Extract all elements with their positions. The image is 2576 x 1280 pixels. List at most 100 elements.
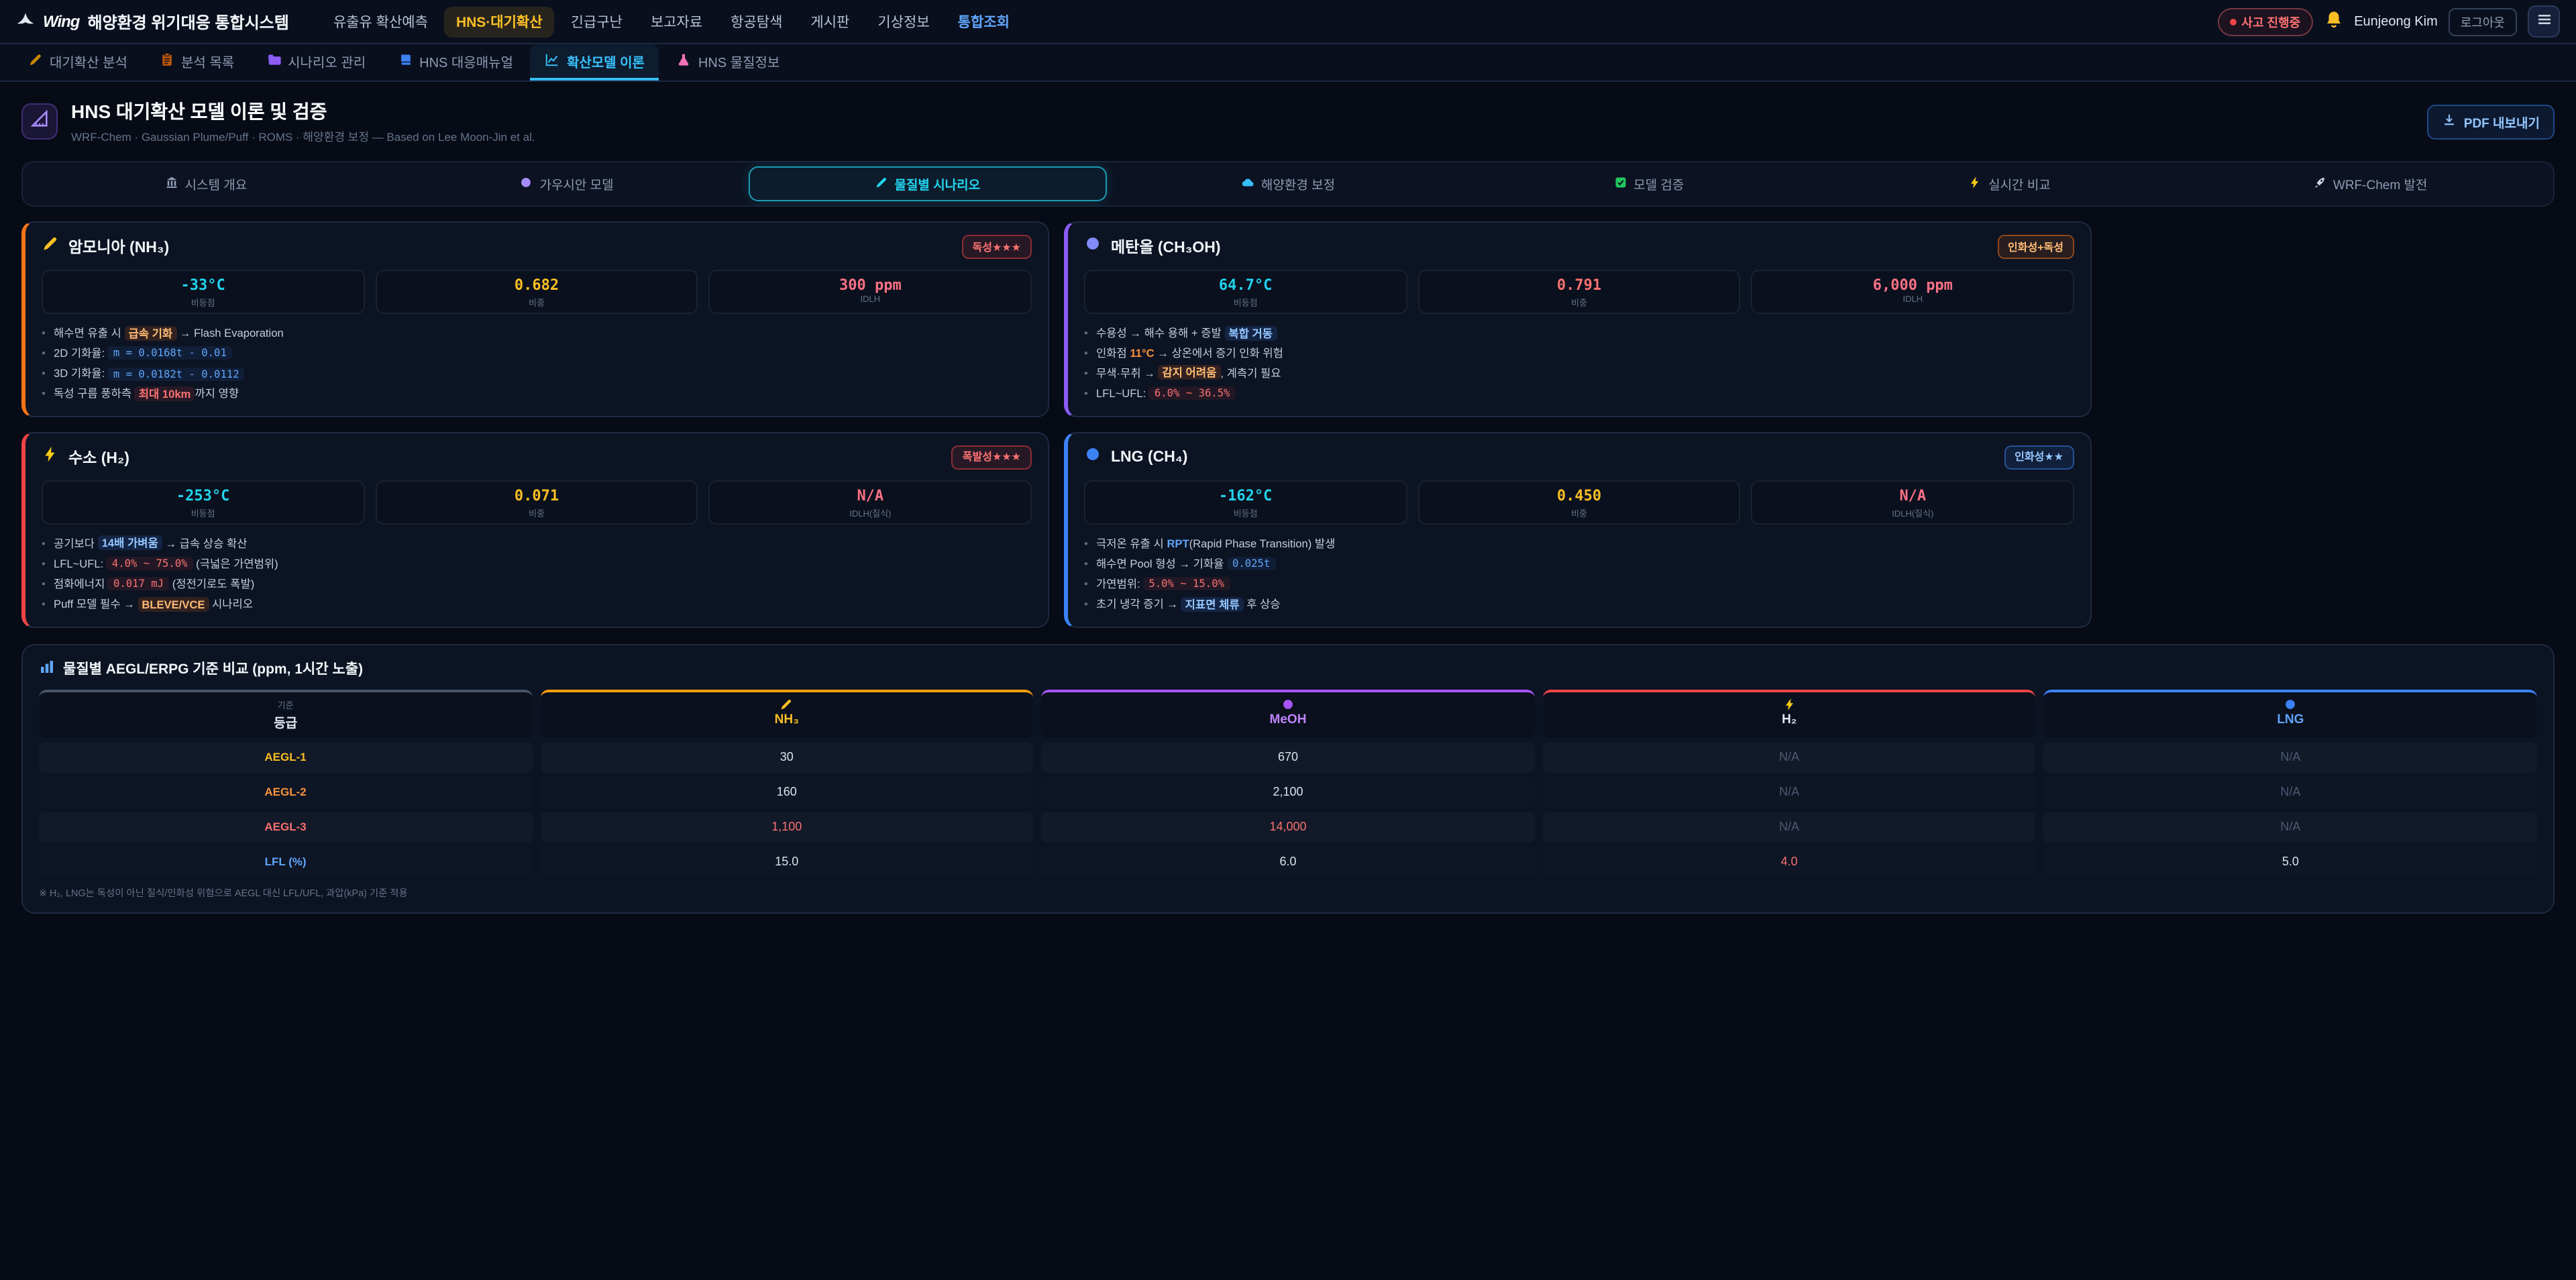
- bolt-icon: [42, 445, 59, 470]
- subnav-tab-analysis[interactable]: 대기확산 분석: [13, 44, 142, 81]
- circle-icon: [1084, 445, 1102, 463]
- column-name: NH₃: [540, 712, 1033, 727]
- section-tab-realtime[interactable]: 실시간 비교: [1831, 166, 2189, 201]
- circle-icon: [1281, 697, 1295, 710]
- substance-title: 암모니아 (NH₃): [68, 236, 953, 258]
- wing-icon: [16, 9, 35, 28]
- stat-value: 64.7°C: [1085, 276, 1405, 294]
- stat-label: 비등점: [1085, 295, 1405, 309]
- notifications-button[interactable]: [2323, 9, 2343, 34]
- main-nav-item-hns-dispersion[interactable]: HNS·대기확산: [444, 6, 555, 37]
- circle-icon: [1041, 697, 1534, 710]
- book-icon: [398, 52, 413, 66]
- stat-label: IDLH: [1753, 295, 2073, 305]
- table-cell: 2,100: [1041, 776, 1534, 807]
- criteria-top-label: 기준: [39, 697, 532, 710]
- substance-cards-grid: 암모니아 (NH₃)독성★★★-33°C비등점0.682비중300 ppmIDL…: [21, 221, 2555, 627]
- row-label: LFL (%): [39, 846, 532, 877]
- main-nav-item-aerial-search[interactable]: 항공탐색: [718, 6, 794, 37]
- list-icon: [160, 52, 174, 66]
- bell-icon: [2323, 9, 2343, 34]
- main-nav-item-rescue[interactable]: 긴급구난: [559, 6, 635, 37]
- bullet-item: 해수면 Pool 형성 → 기화율 0.025t: [1084, 555, 2074, 572]
- menu-icon: [2535, 11, 2553, 28]
- comparison-header-lng: LNG: [2044, 689, 2537, 737]
- cloud-icon: [1241, 175, 1254, 189]
- bullet-item: 점화에너지 0.017 mJ (정전기로도 폭발): [42, 576, 1032, 592]
- subnav-tab-label: HNS 대응매뉴얼: [419, 51, 513, 71]
- flask-icon: [677, 52, 692, 66]
- subnav-tab-manual[interactable]: HNS 대응매뉴얼: [383, 44, 528, 81]
- table-row-aegl-3: AEGL-31,10014,000N/AN/A: [39, 811, 2537, 842]
- section-tab-marine-correction[interactable]: 해양환경 보정: [1109, 166, 1467, 201]
- subnav-tab-list[interactable]: 분석 목록: [145, 44, 249, 81]
- section-tab-scenarios[interactable]: 물질별 시나리오: [748, 166, 1106, 201]
- stat-box: -33°C비등점: [42, 270, 364, 314]
- table-cell: 160: [540, 776, 1033, 807]
- comparison-header-nh3: NH₃: [540, 689, 1033, 737]
- logout-button[interactable]: 로그아웃: [2449, 7, 2517, 36]
- circle-icon: [1084, 235, 1102, 252]
- section-tab-wrf-chem[interactable]: WRF-Chem 발전: [2191, 166, 2549, 201]
- bullet-item: LFL~UFL: 6.0% ~ 36.5%: [1084, 385, 2074, 402]
- bolt-icon: [42, 445, 59, 463]
- stat-label: IDLH(질식): [710, 506, 1030, 519]
- check-icon: [1613, 175, 1627, 193]
- table-cell: 4.0: [1543, 846, 2036, 877]
- user-name: Eunjeong Kim: [2354, 14, 2438, 29]
- stat-box: N/AIDLH(질식): [1752, 480, 2074, 525]
- download-icon: [2443, 112, 2457, 127]
- table-row-aegl-1: AEGL-130670N/AN/A: [39, 741, 2537, 772]
- card-header-h2: 수소 (H₂)폭발성★★★: [42, 445, 1032, 470]
- stat-box: 0.791비중: [1417, 270, 1740, 314]
- table-row-aegl-2: AEGL-21602,100N/AN/A: [39, 776, 2537, 807]
- barchart-icon: [39, 658, 55, 674]
- page-title: HNS 대기확산 모델 이론 및 검증: [71, 98, 535, 125]
- main-nav-item-reports[interactable]: 보고자료: [639, 6, 714, 37]
- bullet-list: 극저온 유출 시 RPT(Rapid Phase Transition) 발생해…: [1084, 535, 2074, 613]
- pencil-icon: [780, 697, 794, 710]
- page-header: HNS 대기확산 모델 이론 및 검증 WRF-Chem · Gaussian …: [0, 82, 2576, 158]
- subnav-tab-label: 시나리오 관리: [288, 51, 366, 71]
- download-icon: [2443, 112, 2457, 131]
- substance-card-meoh: 메탄올 (CH₃OH)인화성+독성64.7°C비등점0.791비중6,000 p…: [1064, 221, 2092, 417]
- comparison-title: 물질별 AEGL/ERPG 기준 비교 (ppm, 1시간 노출): [63, 658, 363, 678]
- bullet-list: 공기보다 14배 가벼움 → 급속 상승 확산LFL~UFL: 4.0% ~ 7…: [42, 535, 1032, 613]
- main-nav-item-weather[interactable]: 기상정보: [865, 6, 941, 37]
- bullet-item: 해수면 유출 시 급속 기화 → Flash Evaporation: [42, 325, 1032, 341]
- section-tab-validation[interactable]: 모델 검증: [1470, 166, 1828, 201]
- subnav-tab-theory[interactable]: 확산모델 이론: [531, 44, 659, 81]
- table-cell: N/A: [2044, 811, 2537, 842]
- comparison-header-row: 기준등급NH₃MeOHH₂LNG: [39, 689, 2537, 737]
- building-icon: [165, 175, 178, 193]
- section-tab-label: 시스템 개요: [185, 174, 248, 193]
- top-navigation-bar: Wing 해양환경 위기대응 통합시스템 유출유 확산예측HNS·대기확산긴급구…: [0, 0, 2576, 44]
- hamburger-icon: [2535, 11, 2553, 32]
- main-nav-item-board[interactable]: 게시판: [798, 6, 861, 37]
- subnav-tab-substances[interactable]: HNS 물질정보: [662, 44, 794, 81]
- bullet-item: 독성 구름 풍하측 최대 10km까지 영향: [42, 386, 1032, 403]
- subnav-tab-scenario[interactable]: 시나리오 관리: [252, 44, 380, 81]
- table-cell: N/A: [1543, 776, 2036, 807]
- table-cell: N/A: [2044, 741, 2537, 772]
- flask-icon: [677, 52, 692, 70]
- main-nav-item-integrated-search[interactable]: 통합조회: [946, 6, 1022, 37]
- brand[interactable]: Wing 해양환경 위기대응 통합시스템: [16, 9, 289, 34]
- stat-box: 0.450비중: [1417, 480, 1740, 525]
- bullet-item: 가연범위: 5.0% ~ 15.0%: [1084, 576, 2074, 592]
- app-title: 해양환경 위기대응 통합시스템: [87, 10, 288, 33]
- subnav-tab-label: 대기확산 분석: [50, 51, 127, 71]
- main-nav-item-oil-spill[interactable]: 유출유 확산예측: [321, 6, 440, 37]
- book-icon: [398, 52, 413, 70]
- section-tab-label: 실시간 비교: [1988, 174, 2051, 193]
- section-tab-overview[interactable]: 시스템 개요: [27, 166, 385, 201]
- column-name: LNG: [2044, 712, 2537, 727]
- section-tab-gaussian[interactable]: 가우시안 모델: [388, 166, 746, 201]
- stat-box: 64.7°C비등점: [1084, 270, 1407, 314]
- table-cell: 14,000: [1041, 811, 1534, 842]
- building-icon: [165, 175, 178, 189]
- stats-row: 64.7°C비등점0.791비중6,000 ppmIDLH: [1084, 270, 2074, 314]
- pdf-export-button[interactable]: PDF 내보내기: [2428, 104, 2555, 139]
- hamburger-menu-button[interactable]: [2528, 5, 2560, 38]
- substance-card-h2: 수소 (H₂)폭발성★★★-253°C비등점0.071비중N/AIDLH(질식)…: [21, 432, 1049, 628]
